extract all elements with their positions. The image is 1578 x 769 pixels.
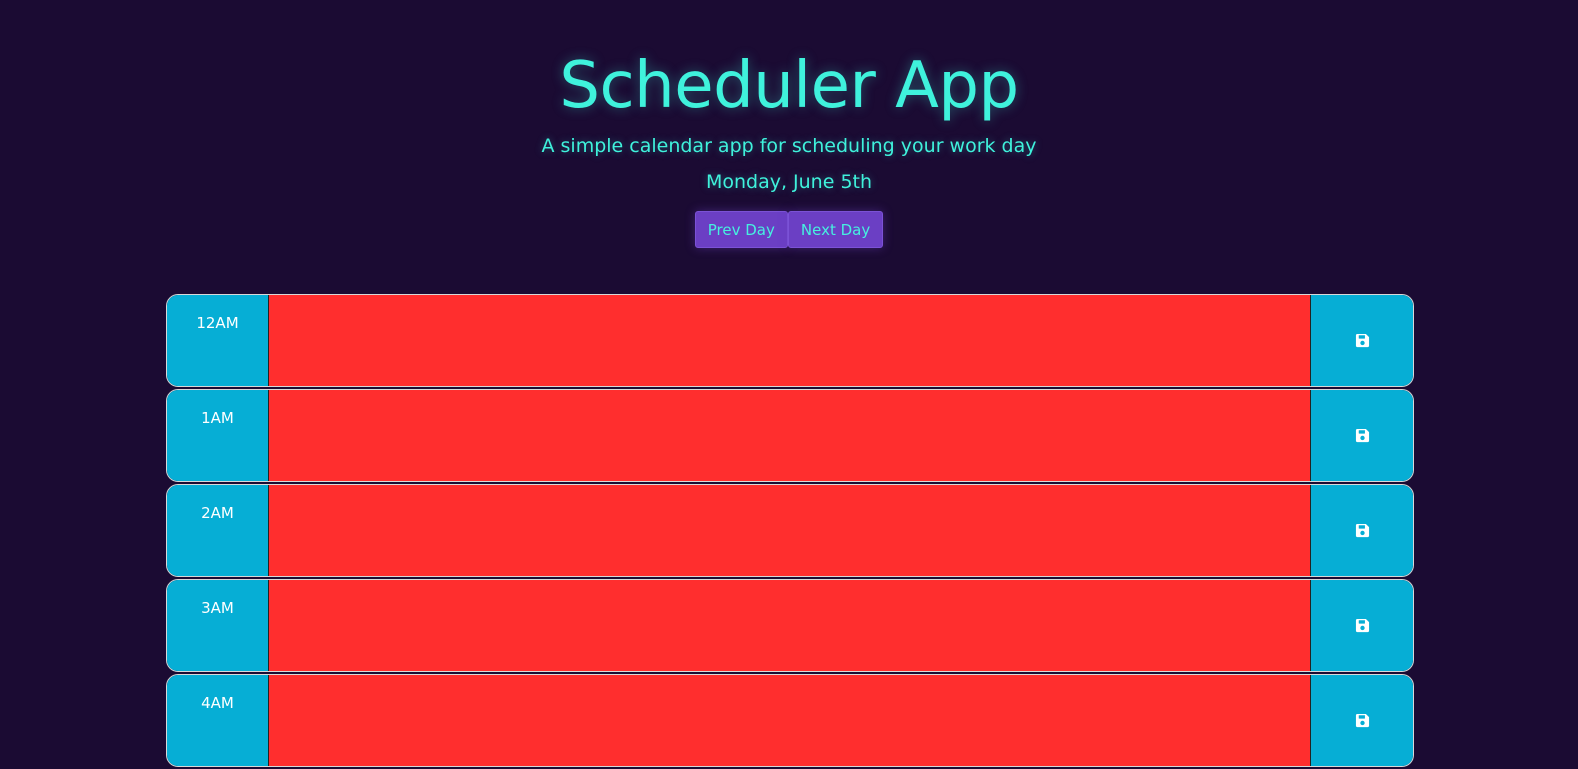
day-navigation: Prev Day Next Day — [0, 211, 1578, 248]
hour-label: 2AM — [167, 485, 269, 576]
hour-label: 3AM — [167, 580, 269, 671]
prev-day-button[interactable]: Prev Day — [694, 211, 788, 248]
floppy-disk-icon — [1355, 523, 1370, 538]
floppy-disk-icon — [1355, 428, 1370, 443]
time-blocks: 12AM 1AM 2AM 3AM 4AM — [166, 294, 1414, 769]
floppy-disk-icon — [1355, 333, 1370, 348]
save-button[interactable] — [1310, 485, 1413, 576]
time-block-row: 12AM — [166, 294, 1414, 387]
event-description-input[interactable] — [269, 295, 1310, 386]
time-block-row: 4AM — [166, 674, 1414, 767]
save-button[interactable] — [1310, 675, 1413, 766]
time-block-row: 3AM — [166, 579, 1414, 672]
save-button[interactable] — [1310, 390, 1413, 481]
floppy-disk-icon — [1355, 713, 1370, 728]
event-description-input[interactable] — [269, 390, 1310, 481]
time-block-row: 2AM — [166, 484, 1414, 577]
page-header: Scheduler App A simple calendar app for … — [0, 0, 1578, 248]
save-button[interactable] — [1310, 295, 1413, 386]
page-subtitle: A simple calendar app for scheduling you… — [541, 135, 1037, 157]
next-day-button[interactable]: Next Day — [787, 211, 884, 248]
event-description-input[interactable] — [269, 580, 1310, 671]
floppy-disk-icon — [1355, 618, 1370, 633]
hour-label: 1AM — [167, 390, 269, 481]
hour-label: 12AM — [167, 295, 269, 386]
current-date: Monday, June 5th — [705, 171, 873, 193]
event-description-input[interactable] — [269, 485, 1310, 576]
save-button[interactable] — [1310, 580, 1413, 671]
event-description-input[interactable] — [269, 675, 1310, 766]
page-title: Scheduler App — [559, 49, 1019, 123]
hour-label: 4AM — [167, 675, 269, 766]
time-block-row: 1AM — [166, 389, 1414, 482]
